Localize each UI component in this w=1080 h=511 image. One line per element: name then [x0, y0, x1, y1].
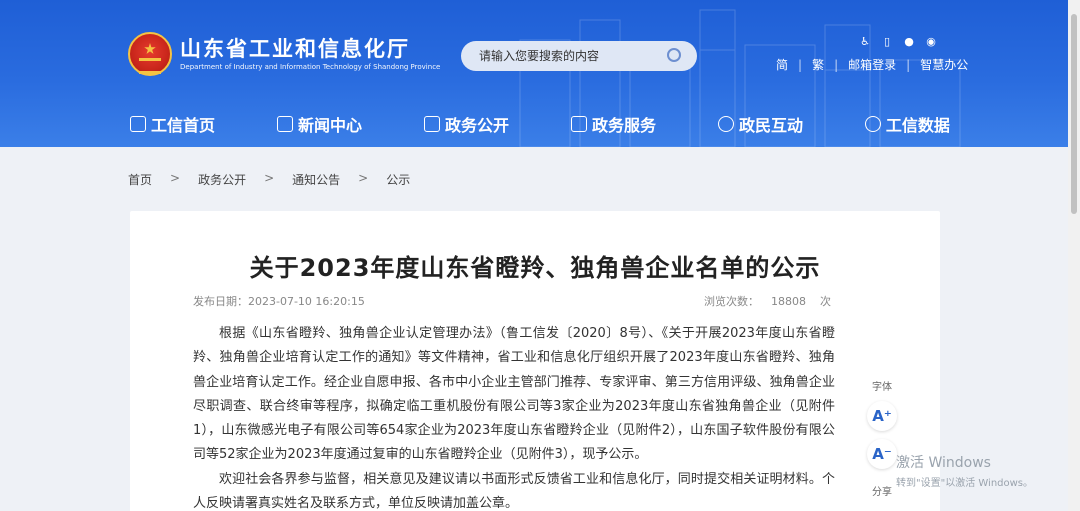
breadcrumb-separator: > [170, 171, 181, 185]
news-icon [276, 116, 293, 132]
header-links: 简 | 繁 | 邮箱登录 | 智慧办公 [776, 56, 968, 73]
site-title: 山东省工业和信息化厅 [180, 37, 410, 61]
mobile-icon[interactable]: ▯ [880, 34, 894, 48]
article-panel: 关于2023年度山东省瞪羚、独角兽企业名单的公示 发布日期：2023-07-10… [130, 211, 940, 511]
breadcrumb-home[interactable]: 首页 [128, 171, 152, 188]
article-paragraph: 欢迎社会各界参与监督，相关意见及建议请以书面形式反馈省工业和信息化厅，同时提交相… [193, 471, 835, 511]
view-count-value: 18808 [771, 295, 806, 308]
article-title: 关于2023年度山东省瞪羚、独角兽企业名单的公示 [249, 254, 821, 282]
font-decrease-button[interactable]: A⁻ [867, 439, 897, 469]
article-body: 根据《山东省瞪羚、独角兽企业认定管理办法》（鲁工信发〔2020〕8号）、《关于开… [193, 322, 835, 511]
font-increase-button[interactable]: A⁺ [867, 401, 897, 431]
nav-item-label: 新闻中心 [297, 116, 362, 135]
nav-item-government-affairs[interactable]: 政务公开 [423, 112, 509, 136]
font-size-label: 字体 [872, 382, 892, 393]
watermark-subtitle: 转到"设置"以激活 Windows。 [896, 478, 1034, 489]
publish-date-label: 发布日期： [193, 295, 248, 308]
side-toolbar: 字体 A⁺ A⁻ 分享 [864, 378, 900, 498]
nav-item-label: 工信数据 [885, 116, 950, 135]
search-input[interactable] [461, 41, 697, 71]
view-count-label: 浏览次数： [704, 295, 759, 308]
breadcrumb-notices[interactable]: 通知公告 [292, 171, 340, 188]
view-count-unit: 次 [820, 295, 831, 308]
scrollbar-thumb[interactable] [1071, 14, 1077, 214]
share-label[interactable]: 分享 [864, 483, 900, 498]
traditional-chinese-link[interactable]: 繁 [812, 56, 824, 73]
nav-item-label: 政务公开 [444, 116, 509, 135]
nav-item-data[interactable]: 工信数据 [864, 112, 950, 136]
header-tool-icons: ♿ ▯ ● ◉ [858, 34, 938, 48]
mail-login-link[interactable]: 邮箱登录 [848, 56, 896, 73]
windows-activation-watermark: 激活 Windows 转到"设置"以激活 Windows。 [896, 452, 1033, 489]
wechat-icon[interactable]: ● [902, 34, 916, 48]
monitor-icon [423, 116, 440, 132]
simplified-chinese-link[interactable]: 简 [776, 56, 788, 73]
site-header: 山东省工业和信息化厅 Department of Industry and In… [0, 0, 1080, 147]
smart-office-link[interactable]: 智慧办公 [920, 56, 968, 73]
publish-date: 发布日期：2023-07-10 16:20:15 [193, 293, 365, 309]
chat-icon [717, 116, 734, 132]
national-emblem-icon [128, 32, 172, 76]
nav-item-home[interactable]: 工信首页 [130, 112, 215, 136]
nav-item-news[interactable]: 新闻中心 [276, 112, 362, 136]
breadcrumb-current: 公示 [386, 173, 411, 187]
breadcrumb-government-affairs[interactable]: 政务公开 [198, 171, 246, 188]
database-icon [864, 116, 881, 132]
main-nav: 工信首页 新闻中心 政务公开 政务服务 政民互动 工信数据 [130, 112, 950, 136]
breadcrumb-separator: > [264, 171, 275, 185]
search-icon[interactable] [667, 48, 681, 62]
breadcrumb-separator: > [358, 171, 369, 185]
nav-item-interaction[interactable]: 政民互动 [717, 112, 803, 136]
accessibility-icon[interactable]: ♿ [858, 34, 872, 48]
divider: | [834, 57, 839, 72]
view-count: 浏览次数： 18808 次 [704, 293, 831, 309]
divider: | [906, 57, 911, 72]
article-paragraph: 根据《山东省瞪羚、独角兽企业认定管理办法》（鲁工信发〔2020〕8号）、《关于开… [193, 326, 835, 463]
page-scrollbar[interactable] [1068, 0, 1080, 511]
nav-item-label: 政民互动 [738, 116, 803, 135]
watermark-title: 激活 Windows [896, 455, 991, 471]
nav-item-label: 工信首页 [151, 116, 216, 135]
publish-date-value: 2023-07-10 16:20:15 [248, 295, 365, 308]
home-icon [130, 116, 146, 132]
service-icon [570, 116, 587, 132]
breadcrumb: 首页 > 政务公开 > 通知公告 > 公示 [128, 171, 410, 188]
site-logo[interactable]: 山东省工业和信息化厅 Department of Industry and In… [128, 32, 440, 76]
weibo-icon[interactable]: ◉ [924, 34, 938, 48]
nav-item-label: 政务服务 [591, 116, 656, 135]
nav-item-services[interactable]: 政务服务 [570, 112, 656, 136]
site-subtitle: Department of Industry and Information T… [180, 63, 441, 71]
divider: | [798, 57, 803, 72]
